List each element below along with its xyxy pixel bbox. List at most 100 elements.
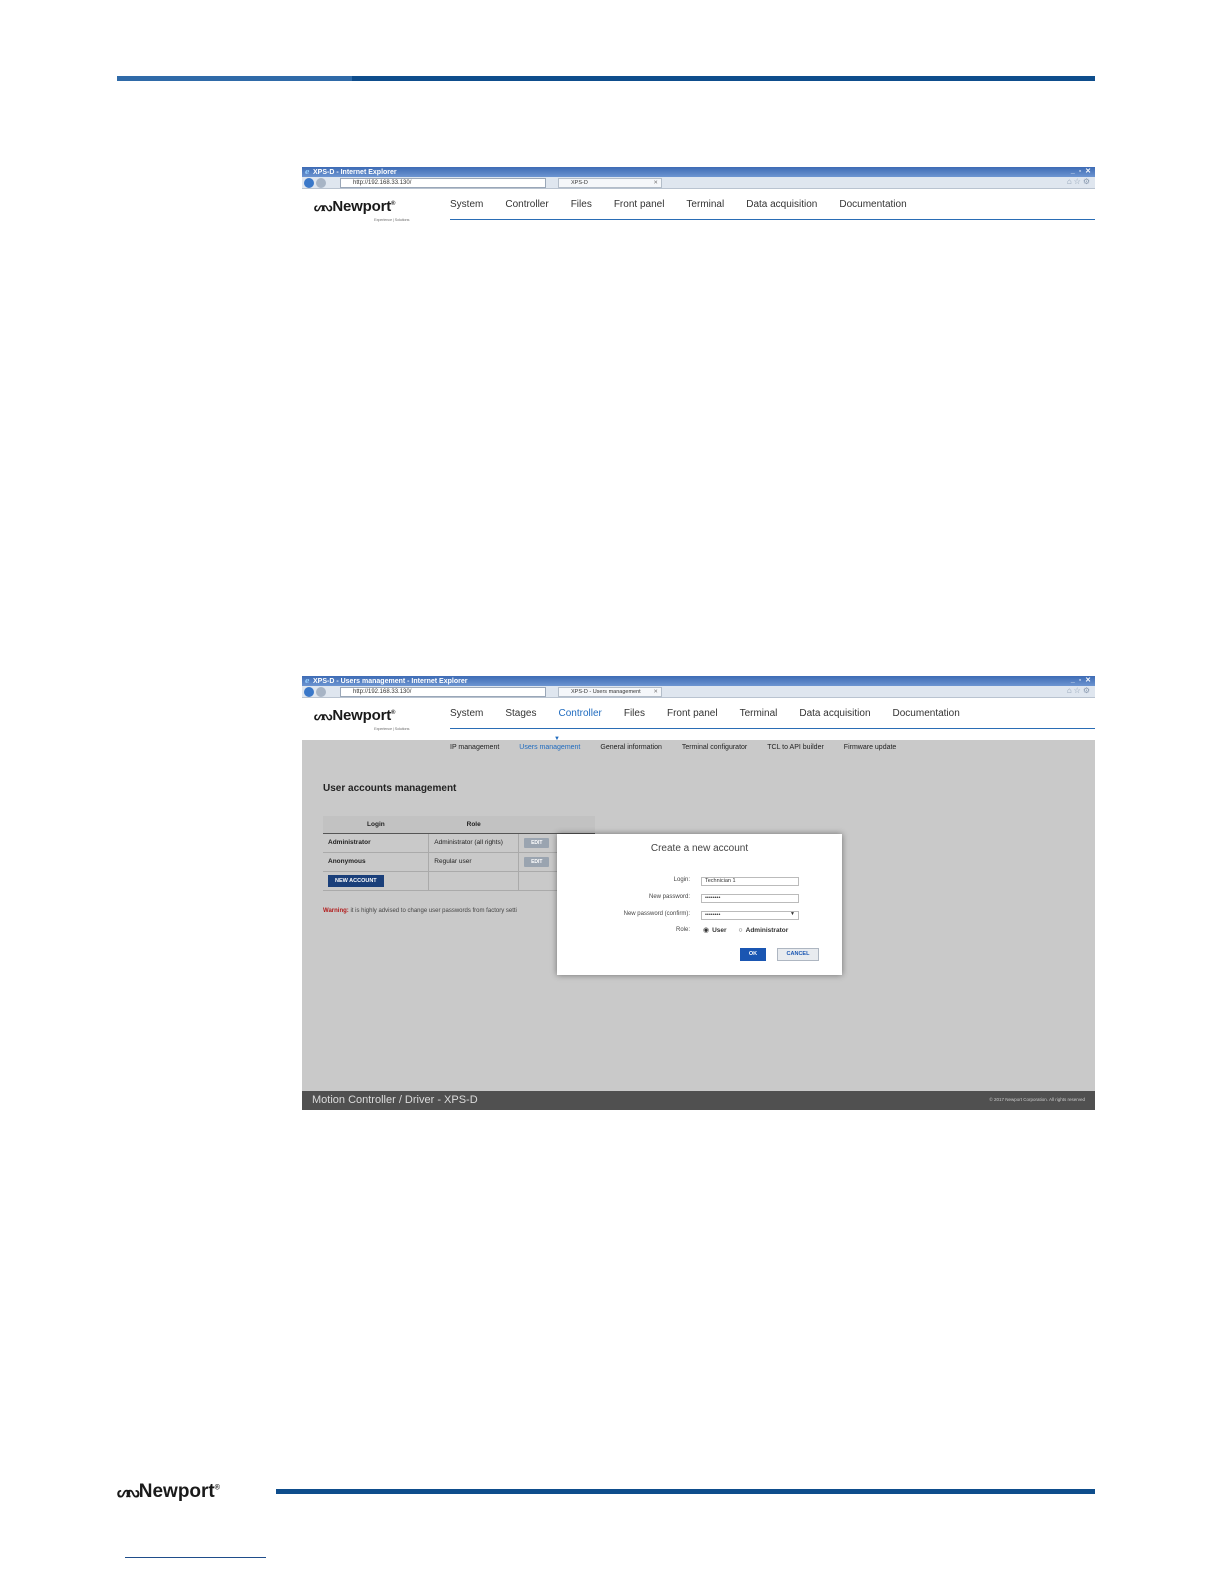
nav-data-acquisition[interactable]: Data acquisition (746, 199, 817, 210)
subnav-firmware-update[interactable]: Firmware update (844, 744, 897, 751)
window-controls[interactable]: _ ▫ ✕ (1071, 167, 1092, 177)
role-administrator-radio[interactable]: ○ Administrator (738, 927, 788, 934)
warning-message: it is highly advised to change user pass… (350, 908, 517, 914)
address-bar: http://192.168.33.130/ XPS-D - Users man… (302, 686, 1095, 698)
nav-stages[interactable]: Stages (505, 708, 536, 719)
tab-label: XPS-D (571, 180, 588, 186)
close-tab-icon[interactable]: ✕ (653, 179, 658, 187)
nav-terminal[interactable]: Terminal (686, 199, 724, 210)
newport-mark-icon: ᔕᔓ (117, 1484, 140, 1501)
role-user-radio[interactable]: ◉ User (703, 926, 727, 934)
nav-data-acquisition[interactable]: Data acquisition (799, 708, 870, 719)
column-header-delete (560, 816, 595, 834)
confirm-password-label: New password (confirm): (623, 911, 690, 917)
row-login: Administrator (323, 833, 430, 853)
window-title: XPS-D - Internet Explorer (313, 169, 397, 176)
footer-copyright: © 2017 Newport Corporation. All rights r… (989, 1097, 1085, 1102)
column-header-role: Role (428, 816, 519, 834)
column-header-login: Login (323, 816, 429, 834)
nav-terminal[interactable]: Terminal (740, 708, 778, 719)
app-footer: Motion Controller / Driver - XPS-D © 201… (302, 1091, 1095, 1110)
browser-tab[interactable]: XPS-D ✕ (558, 178, 662, 188)
ie-icon: e (305, 167, 310, 176)
nav-documentation[interactable]: Documentation (893, 708, 960, 719)
active-subnav-arrow-icon: ▼ (554, 736, 560, 742)
table-row: NEW ACCOUNT (323, 871, 595, 891)
manual-page: e XPS-D - Internet Explorer _ ▫ ✕ http://… (0, 0, 1224, 1584)
ok-button[interactable]: OK (740, 948, 766, 961)
edit-button[interactable]: EDIT (524, 856, 550, 867)
newport-mark-icon: ᔕᔓ (314, 709, 332, 723)
main-nav: System Controller Files Front panel Term… (450, 199, 929, 210)
radio-selected-icon: ◉ (703, 927, 710, 934)
ie-icon: e (305, 676, 310, 685)
row-role: Administrator (all rights) (428, 833, 520, 853)
users-page-content: ▼ IP management Users management General… (302, 736, 1095, 1110)
dialog-title: Create a new account (650, 843, 749, 854)
browser-tab[interactable]: XPS-D - Users management ✕ (558, 687, 662, 697)
back-button[interactable] (304, 687, 314, 697)
subnav-general-information[interactable]: General information (600, 744, 661, 751)
password-field[interactable]: •••••••• (701, 894, 799, 903)
table-row: Anonymous Regular user EDIT (323, 852, 595, 872)
role-radio-group: ◉ User ○ Administrator (703, 926, 798, 934)
back-button[interactable] (304, 178, 314, 188)
login-field[interactable]: Technician 1 (701, 877, 799, 886)
column-header-edit (518, 816, 561, 834)
toolbar-icons[interactable]: ⌂☆⚙ (1067, 177, 1092, 186)
address-bar: http://192.168.33.130/ XPS-D ✕ ⌂☆⚙ (302, 177, 1095, 189)
nav-documentation[interactable]: Documentation (839, 199, 906, 210)
new-account-button[interactable]: NEW ACCOUNT (328, 874, 384, 887)
dropdown-caret-icon: ▼ (790, 911, 795, 917)
header-rule-accent (117, 76, 352, 81)
url-field[interactable]: http://192.168.33.130/ (340, 687, 546, 697)
nav-controller[interactable]: Controller (558, 708, 601, 719)
url-field[interactable]: http://192.168.33.130/ (340, 178, 546, 188)
row-role: Regular user (428, 852, 520, 872)
nav-files[interactable]: Files (624, 708, 645, 719)
new-account-cell: NEW ACCOUNT (323, 871, 430, 891)
close-tab-icon[interactable]: ✕ (653, 688, 658, 696)
empty-cell (518, 871, 562, 891)
accounts-table: Login Role Administrator Administrator (… (323, 816, 595, 891)
radio-unselected-icon: ○ (738, 927, 743, 934)
nav-files[interactable]: Files (571, 199, 592, 210)
empty-cell (428, 871, 520, 891)
nav-front-panel[interactable]: Front panel (614, 199, 665, 210)
role-label: Role: (675, 927, 690, 933)
subnav-users-management[interactable]: Users management (519, 744, 580, 751)
nav-system[interactable]: System (450, 708, 483, 719)
forward-button[interactable] (316, 687, 326, 697)
edit-button[interactable]: EDIT (524, 837, 550, 848)
nav-controller[interactable]: Controller (505, 199, 548, 210)
footer-rule (276, 1489, 1095, 1494)
window-title: XPS-D - Users management - Internet Expl… (313, 678, 468, 685)
controller-subnav: IP management Users management General i… (450, 744, 916, 751)
nav-underline (450, 219, 1095, 220)
subnav-terminal-configurator[interactable]: Terminal configurator (682, 744, 747, 751)
window-controls[interactable]: _ ▫ ✕ (1071, 676, 1092, 686)
newport-mark-icon: ᔕᔓ (314, 200, 332, 214)
app-header: ᔕᔓ Newport® Experience | Solutions System … (302, 189, 1095, 231)
role-administrator-label: Administrator (745, 927, 789, 934)
forward-button[interactable] (316, 178, 326, 188)
logo-name: Newport (332, 707, 392, 724)
confirm-password-field[interactable]: •••••••• ▼ (701, 911, 799, 920)
window-titlebar: e XPS-D - Internet Explorer _ ▫ ✕ (302, 167, 1095, 177)
tab-label: XPS-D - Users management (571, 689, 641, 695)
nav-system[interactable]: System (450, 199, 483, 210)
newport-logo: ᔕᔓ Newport® Experience | Solutions (314, 198, 410, 222)
table-header-row: Login Role (323, 816, 595, 834)
toolbar-icons[interactable]: ⌂☆⚙ (1067, 686, 1092, 695)
logo-tagline: Experience | Solutions (374, 726, 410, 731)
table-row: Administrator Administrator (all rights)… (323, 833, 595, 853)
confirm-password-value: •••••••• (705, 912, 721, 918)
cancel-button[interactable]: CANCEL (777, 948, 819, 961)
header-rule (117, 76, 1095, 81)
window-titlebar: e XPS-D - Users management - Internet Exp… (302, 676, 1095, 686)
app-header: ᔕᔓ Newport® Experience | Solutions System … (302, 698, 1095, 740)
subnav-tcl-to-api-builder[interactable]: TCL to API builder (767, 744, 824, 751)
nav-front-panel[interactable]: Front panel (667, 708, 718, 719)
subnav-ip-management[interactable]: IP management (450, 744, 499, 751)
logo-tagline: Experience | Solutions (374, 217, 410, 222)
